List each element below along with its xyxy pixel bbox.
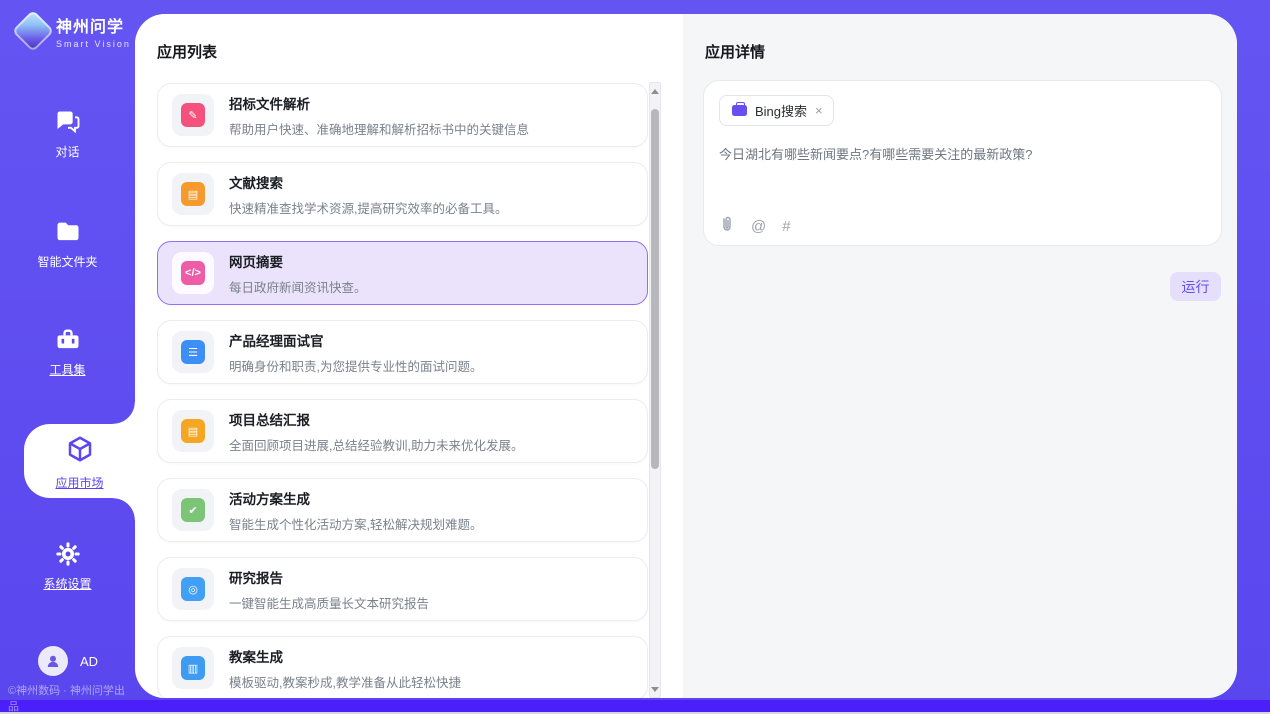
clipboard-report-icon: ▤ <box>181 419 205 443</box>
sidebar-item-label: 应用市场 <box>24 474 135 491</box>
diamond-logo-icon <box>12 10 54 52</box>
microscope-icon: ◎ <box>181 577 205 601</box>
user-name: AD <box>80 654 98 669</box>
app-card-desc: 明确身份和职责,为您提供专业性的面试问题。 <box>229 356 482 375</box>
app-card[interactable]: </> 网页摘要 每日政府新闻资讯快查。 <box>157 241 648 305</box>
app-card-title: 活动方案生成 <box>229 488 482 508</box>
mention-icon[interactable]: @ <box>751 218 766 235</box>
app-icon-tile: ◎ <box>172 568 214 610</box>
app-card[interactable]: ✎ 招标文件解析 帮助用户快速、准确地理解和解析招标书中的关键信息 <box>157 83 648 147</box>
app-card-desc: 模板驱动,教案秒成,教学准备从此轻松快捷 <box>229 672 461 691</box>
app-list-panel: 应用列表 ✎ 招标文件解析 帮助用户快速、准确地理解和解析招标书中的关键信息 ▤… <box>135 14 683 698</box>
prompt-card: Bing搜索 × 今日湖北有哪些新闻要点?有哪些需要关注的最新政策? @ # <box>703 80 1222 246</box>
scrollbar-thumb[interactable] <box>651 109 659 469</box>
app-list-scrollbar[interactable] <box>649 82 661 698</box>
cube-icon <box>65 451 95 468</box>
app-card-desc: 快速精准查找学术资源,提高研究效率的必备工具。 <box>229 198 507 217</box>
app-card-desc: 一键智能生成高质量长文本研究报告 <box>229 593 429 612</box>
sidebar-item-toolbox[interactable]: 工具集 <box>0 326 135 379</box>
user-account[interactable]: AD <box>38 646 98 676</box>
copyright-text: ©神州数码 · 神州问学出品 <box>8 682 135 714</box>
sidebar-item-label: 系统设置 <box>43 577 91 591</box>
scroll-down-icon[interactable] <box>650 683 660 695</box>
edit-document-icon: ✎ <box>181 103 205 127</box>
books-icon: ▥ <box>181 656 205 680</box>
sidebar: 神州问学 Smart Vision 对话 智能文件夹 工具集 应用市场 系统设置 <box>0 0 135 700</box>
hashtag-icon[interactable]: # <box>782 218 790 235</box>
toolbox-icon <box>0 326 135 354</box>
app-card[interactable]: ✔ 活动方案生成 智能生成个性化活动方案,轻松解决规划难题。 <box>157 478 648 542</box>
briefcase-icon <box>732 105 747 116</box>
brand-subtitle: Smart Vision <box>56 39 131 49</box>
sidebar-item-label: 智能文件夹 <box>37 255 97 269</box>
folder-icon <box>0 218 135 246</box>
sidebar-item-label: 对话 <box>55 145 79 159</box>
main-content: 应用列表 ✎ 招标文件解析 帮助用户快速、准确地理解和解析招标书中的关键信息 ▤… <box>135 14 1237 698</box>
query-input[interactable]: 今日湖北有哪些新闻要点?有哪些需要关注的最新政策? <box>719 145 1199 165</box>
sidebar-item-settings[interactable]: 系统设置 <box>0 540 135 593</box>
app-card-title: 研究报告 <box>229 567 429 587</box>
book-icon: ▤ <box>181 182 205 206</box>
app-card[interactable]: ▥ 教案生成 模板驱动,教案秒成,教学准备从此轻松快捷 <box>157 636 648 698</box>
sidebar-item-chat[interactable]: 对话 <box>0 108 135 161</box>
app-detail-title: 应用详情 <box>705 41 765 62</box>
app-icon-tile: ▤ <box>172 410 214 452</box>
app-card-title: 文献搜索 <box>229 172 507 192</box>
app-icon-tile: ▥ <box>172 647 214 689</box>
app-card-desc: 全面回顾项目进展,总结经验教训,助力未来优化发展。 <box>229 435 523 454</box>
clipboard-check-icon: ✔ <box>181 498 205 522</box>
brand-name: 神州问学 <box>56 13 131 37</box>
sidebar-item-app-market[interactable]: 应用市场 <box>24 424 135 498</box>
app-card[interactable]: ▤ 文献搜索 快速精准查找学术资源,提高研究效率的必备工具。 <box>157 162 648 226</box>
run-button[interactable]: 运行 <box>1170 272 1221 301</box>
app-card-desc: 智能生成个性化活动方案,轻松解决规划难题。 <box>229 514 482 533</box>
app-card-title: 网页摘要 <box>229 251 367 271</box>
app-icon-tile: </> <box>172 252 214 294</box>
app-icon-tile: ☰ <box>172 331 214 373</box>
close-icon[interactable]: × <box>815 104 823 117</box>
app-card-title: 招标文件解析 <box>229 93 529 113</box>
app-card-desc: 帮助用户快速、准确地理解和解析招标书中的关键信息 <box>229 119 529 138</box>
tool-tag-label: Bing搜索 <box>755 101 807 120</box>
paperclip-icon[interactable] <box>719 215 735 237</box>
gear-icon <box>0 540 135 568</box>
sidebar-item-smart-folder[interactable]: 智能文件夹 <box>0 218 135 271</box>
avatar <box>38 646 68 676</box>
app-card-title: 教案生成 <box>229 646 461 666</box>
scroll-up-icon[interactable] <box>650 85 660 97</box>
app-detail-panel: 应用详情 Bing搜索 × 今日湖北有哪些新闻要点?有哪些需要关注的最新政策? … <box>683 14 1237 698</box>
app-card-title: 项目总结汇报 <box>229 409 523 429</box>
app-list-title: 应用列表 <box>157 41 217 62</box>
chat-icon <box>0 108 135 136</box>
app-card[interactable]: ▤ 项目总结汇报 全面回顾项目进展,总结经验教训,助力未来优化发展。 <box>157 399 648 463</box>
tool-tag-bing-search[interactable]: Bing搜索 × <box>719 95 834 126</box>
brand-logo: 神州问学 Smart Vision <box>18 13 131 49</box>
sidebar-item-label: 工具集 <box>49 363 85 377</box>
app-icon-tile: ▤ <box>172 173 214 215</box>
app-card-list: ✎ 招标文件解析 帮助用户快速、准确地理解和解析招标书中的关键信息 ▤ 文献搜索… <box>157 83 648 698</box>
webpage-code-icon: </> <box>181 261 205 285</box>
attachment-toolbar: @ # <box>719 215 791 237</box>
app-icon-tile: ✎ <box>172 94 214 136</box>
app-card[interactable]: ☰ 产品经理面试官 明确身份和职责,为您提供专业性的面试问题。 <box>157 320 648 384</box>
app-card[interactable]: ◎ 研究报告 一键智能生成高质量长文本研究报告 <box>157 557 648 621</box>
bottom-accent-bar <box>0 700 1270 712</box>
app-card-title: 产品经理面试官 <box>229 330 482 350</box>
app-icon-tile: ✔ <box>172 489 214 531</box>
app-card-desc: 每日政府新闻资讯快查。 <box>229 277 367 296</box>
interview-document-icon: ☰ <box>181 340 205 364</box>
